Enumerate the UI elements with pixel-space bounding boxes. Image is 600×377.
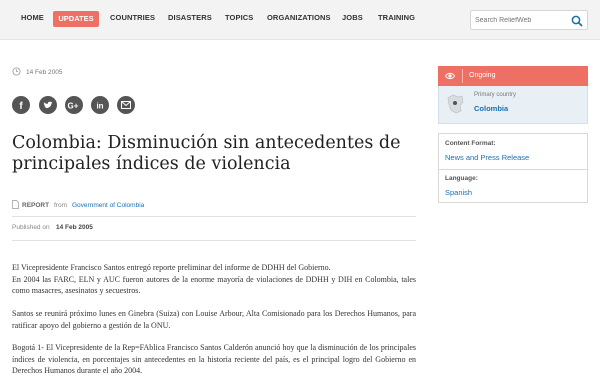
svg-text:in: in (96, 102, 103, 111)
email-icon (121, 101, 131, 109)
article-paragraph: Bogotá 1- El Vicepresidente de la Rep=FA… (12, 343, 416, 375)
article-paragraph: El Vicepresidente Francisco Santos entre… (12, 263, 416, 295)
content-format-label: Content Format: (445, 140, 496, 147)
svg-text:f: f (19, 101, 23, 112)
report-from-label: from (54, 202, 67, 209)
article-date: 14 Feb 2005 (26, 69, 63, 76)
linkedin-icon: in (96, 102, 103, 111)
svg-text:G+: G+ (68, 102, 79, 111)
article-paragraph: Santos se reunirá próximo lunes en Gineb… (12, 309, 416, 330)
separator (462, 69, 463, 83)
divider (12, 216, 416, 217)
clock-icon (12, 67, 21, 76)
published-label: Published on (12, 224, 50, 231)
primary-country-label: Primary country (474, 92, 517, 98)
language-link[interactable]: Spanish (445, 188, 472, 197)
google-plus-icon: G+ (68, 102, 79, 111)
linkedin-share-button[interactable]: in (91, 96, 109, 114)
nav-item-training[interactable]: TRAINING (378, 13, 415, 22)
eye-icon (445, 72, 455, 80)
top-navigation: HOME UPDATES COUNTRIES DISASTERS TOPICS … (0, 0, 600, 40)
primary-country-box: Primary country Colombia (438, 86, 588, 124)
twitter-share-button[interactable] (39, 96, 57, 114)
facebook-share-button[interactable]: f (12, 96, 30, 114)
page-title: Colombia: Disminución sin antecedentes d… (12, 133, 401, 174)
twitter-icon (43, 101, 53, 109)
nav-item-organizations[interactable]: ORGANIZATIONS (267, 13, 331, 22)
document-icon (12, 200, 19, 209)
nav-item-updates[interactable]: UPDATES (53, 11, 99, 27)
content-format-link[interactable]: News and Press Release (445, 153, 529, 162)
nav-item-disasters[interactable]: DISASTERS (168, 13, 212, 22)
search-icon[interactable] (571, 15, 583, 27)
google-plus-share-button[interactable]: G+ (65, 96, 83, 114)
ongoing-label: Ongoing (469, 72, 496, 79)
search-input[interactable] (475, 14, 571, 27)
primary-country-link[interactable]: Colombia (474, 104, 508, 113)
country-map-icon (447, 94, 464, 114)
divider (12, 240, 416, 241)
nav-item-topics[interactable]: TOPICS (225, 13, 253, 22)
email-share-button[interactable] (117, 96, 135, 114)
ongoing-status-bar: Ongoing (438, 66, 588, 86)
nav-item-home[interactable]: HOME (21, 13, 44, 22)
report-type-label: REPORT (22, 202, 50, 209)
nav-item-jobs[interactable]: JOBS (342, 13, 363, 22)
report-source-link[interactable]: Government of Colombia (72, 202, 144, 209)
facebook-icon: f (19, 101, 23, 112)
divider (439, 169, 587, 170)
nav-item-countries[interactable]: COUNTRIES (110, 13, 155, 22)
language-label: Language: (445, 175, 478, 182)
document-info-box: Content Format: News and Press Release L… (438, 133, 588, 203)
search-box (470, 10, 588, 30)
published-date: 14 Feb 2005 (56, 224, 93, 231)
